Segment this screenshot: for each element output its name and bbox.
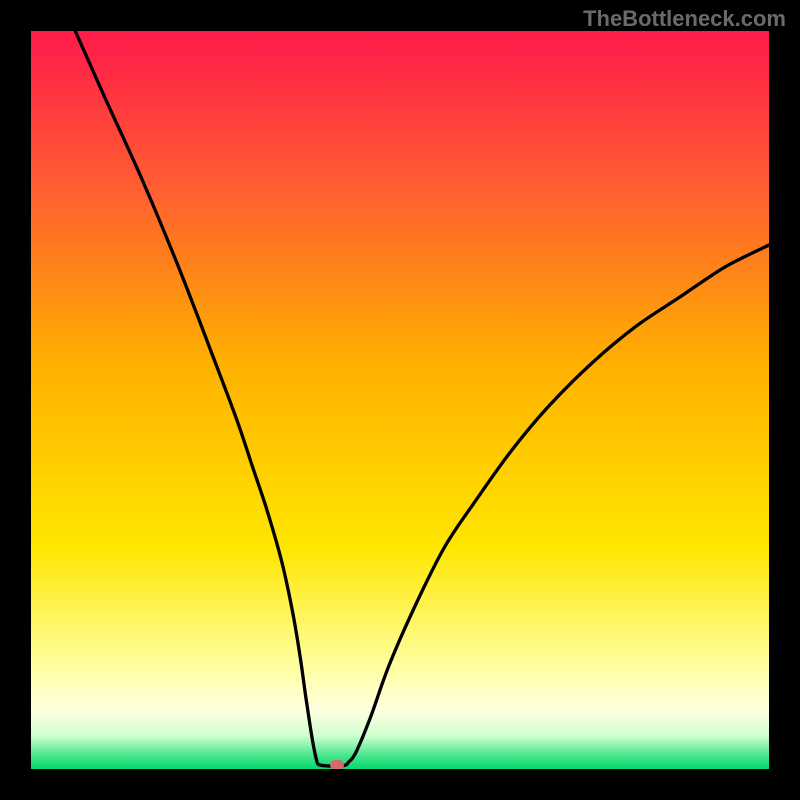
plot-area [31, 31, 769, 769]
brand-watermark: TheBottleneck.com [583, 6, 786, 32]
optimal-marker [330, 760, 344, 769]
bottleneck-curve [75, 31, 769, 766]
chart-frame: TheBottleneck.com [0, 0, 800, 800]
curve-layer [31, 31, 769, 769]
